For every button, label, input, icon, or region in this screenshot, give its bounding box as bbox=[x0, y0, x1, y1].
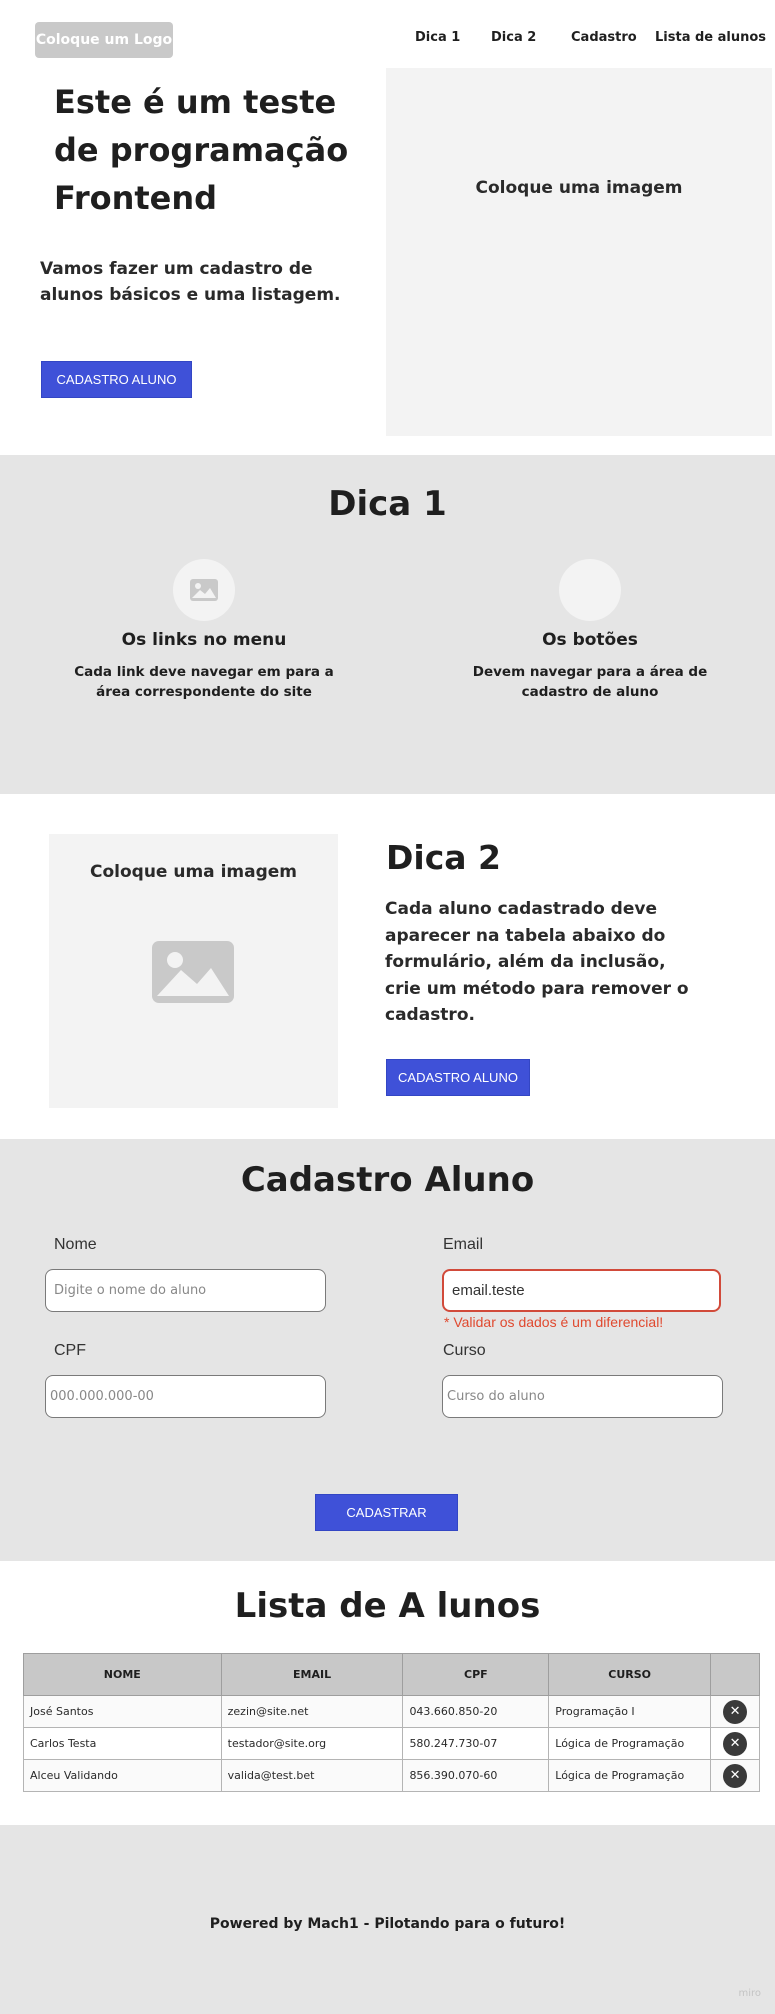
curso-label: Curso bbox=[443, 1342, 486, 1359]
hero-title: Este é um teste de programação Frontend bbox=[54, 83, 349, 217]
dica1-card1-text: Cada link deve navegar em para a área co… bbox=[74, 664, 334, 700]
dica1-title: Dica 1 bbox=[328, 484, 447, 524]
email-error-message: * Validar os dados é um diferencial! bbox=[444, 1314, 664, 1330]
dica2-image-label: Coloque uma imagem bbox=[89, 862, 297, 882]
cell-actions: ✕ bbox=[710, 1759, 760, 1792]
curso-input[interactable] bbox=[442, 1375, 723, 1418]
hero-cadastro-button[interactable]: CADASTRO ALUNO bbox=[41, 361, 192, 398]
nav-link-lista-alunos[interactable]: Lista de alunos bbox=[655, 30, 766, 45]
remove-icon[interactable]: ✕ bbox=[723, 1763, 748, 1788]
column-header-email: EMAIL bbox=[220, 1653, 404, 1696]
cell-email: zezin@site.net bbox=[220, 1695, 404, 1728]
students-table: NOME EMAIL CPF CURSO José Santos zezin@s… bbox=[23, 1653, 760, 1792]
cell-nome: Carlos Testa bbox=[23, 1727, 222, 1760]
cell-actions: ✕ bbox=[710, 1727, 760, 1760]
hero-description: Vamos fazer um cadastro de alunos básico… bbox=[40, 259, 341, 305]
table-row: Alceu Validando valida@test.bet 856.390.… bbox=[23, 1759, 760, 1792]
image-icon bbox=[152, 941, 234, 1003]
image-icon bbox=[190, 579, 218, 601]
dica2-cadastro-button[interactable]: CADASTRO ALUNO bbox=[386, 1059, 530, 1096]
column-header-curso: CURSO bbox=[548, 1653, 712, 1696]
cpf-input[interactable] bbox=[45, 1375, 326, 1418]
cell-curso: Lógica de Programação bbox=[548, 1727, 712, 1760]
dica2-description: Cada aluno cadastrado deve aparecer na t… bbox=[385, 899, 689, 1025]
cell-curso: Programação I bbox=[548, 1695, 712, 1728]
dica1-card2-icon-circle bbox=[559, 559, 621, 621]
column-header-actions bbox=[710, 1653, 760, 1696]
remove-icon[interactable]: ✕ bbox=[723, 1699, 748, 1724]
cadastro-title: Cadastro Aluno bbox=[240, 1160, 535, 1200]
cell-curso: Lógica de Programação bbox=[548, 1759, 712, 1792]
dica1-card1-title: Os links no menu bbox=[121, 630, 287, 650]
nome-input[interactable] bbox=[45, 1269, 326, 1312]
lista-title: Lista de A lunos bbox=[234, 1586, 541, 1626]
column-header-nome: NOME bbox=[23, 1653, 222, 1696]
nav-link-dica1[interactable]: Dica 1 bbox=[415, 30, 460, 45]
column-header-cpf: CPF bbox=[402, 1653, 550, 1696]
logo-placeholder[interactable]: Coloque um Logo bbox=[35, 22, 173, 58]
miro-watermark: miro bbox=[738, 1988, 761, 1999]
table-row: Carlos Testa testador@site.org 580.247.7… bbox=[23, 1727, 760, 1760]
footer-text: Powered by Mach1 - Pilotando para o futu… bbox=[209, 1916, 566, 1932]
hero-image-label: Coloque uma imagem bbox=[475, 178, 683, 198]
email-input[interactable] bbox=[442, 1269, 721, 1312]
cell-cpf: 856.390.070-60 bbox=[402, 1759, 550, 1792]
hero-image-placeholder: Coloque uma imagem bbox=[386, 68, 772, 436]
table-header-row: NOME EMAIL CPF CURSO bbox=[23, 1653, 760, 1696]
nome-label: Nome bbox=[54, 1236, 97, 1253]
cell-cpf: 043.660.850-20 bbox=[402, 1695, 550, 1728]
cpf-label: CPF bbox=[54, 1342, 86, 1359]
email-label: Email bbox=[443, 1236, 484, 1253]
nav-link-cadastro[interactable]: Cadastro bbox=[571, 30, 637, 45]
dica1-card2-title: Os botões bbox=[542, 630, 638, 650]
remove-icon[interactable]: ✕ bbox=[723, 1731, 748, 1756]
table-row: José Santos zezin@site.net 043.660.850-2… bbox=[23, 1695, 760, 1728]
cell-actions: ✕ bbox=[710, 1695, 760, 1728]
dica1-card1-icon-circle bbox=[173, 559, 235, 621]
cell-nome: José Santos bbox=[23, 1695, 222, 1728]
cadastrar-button[interactable]: CADASTRAR bbox=[315, 1494, 458, 1531]
cell-email: valida@test.bet bbox=[220, 1759, 404, 1792]
cell-cpf: 580.247.730-07 bbox=[402, 1727, 550, 1760]
cell-email: testador@site.org bbox=[220, 1727, 404, 1760]
nav-link-dica2[interactable]: Dica 2 bbox=[491, 30, 536, 45]
dica2-title: Dica 2 bbox=[386, 838, 501, 877]
dica2-image-placeholder: Coloque uma imagem bbox=[49, 834, 338, 1108]
dica1-card2-text: Devem navegar para a área de cadastro de… bbox=[472, 664, 708, 700]
cell-nome: Alceu Validando bbox=[23, 1759, 222, 1792]
